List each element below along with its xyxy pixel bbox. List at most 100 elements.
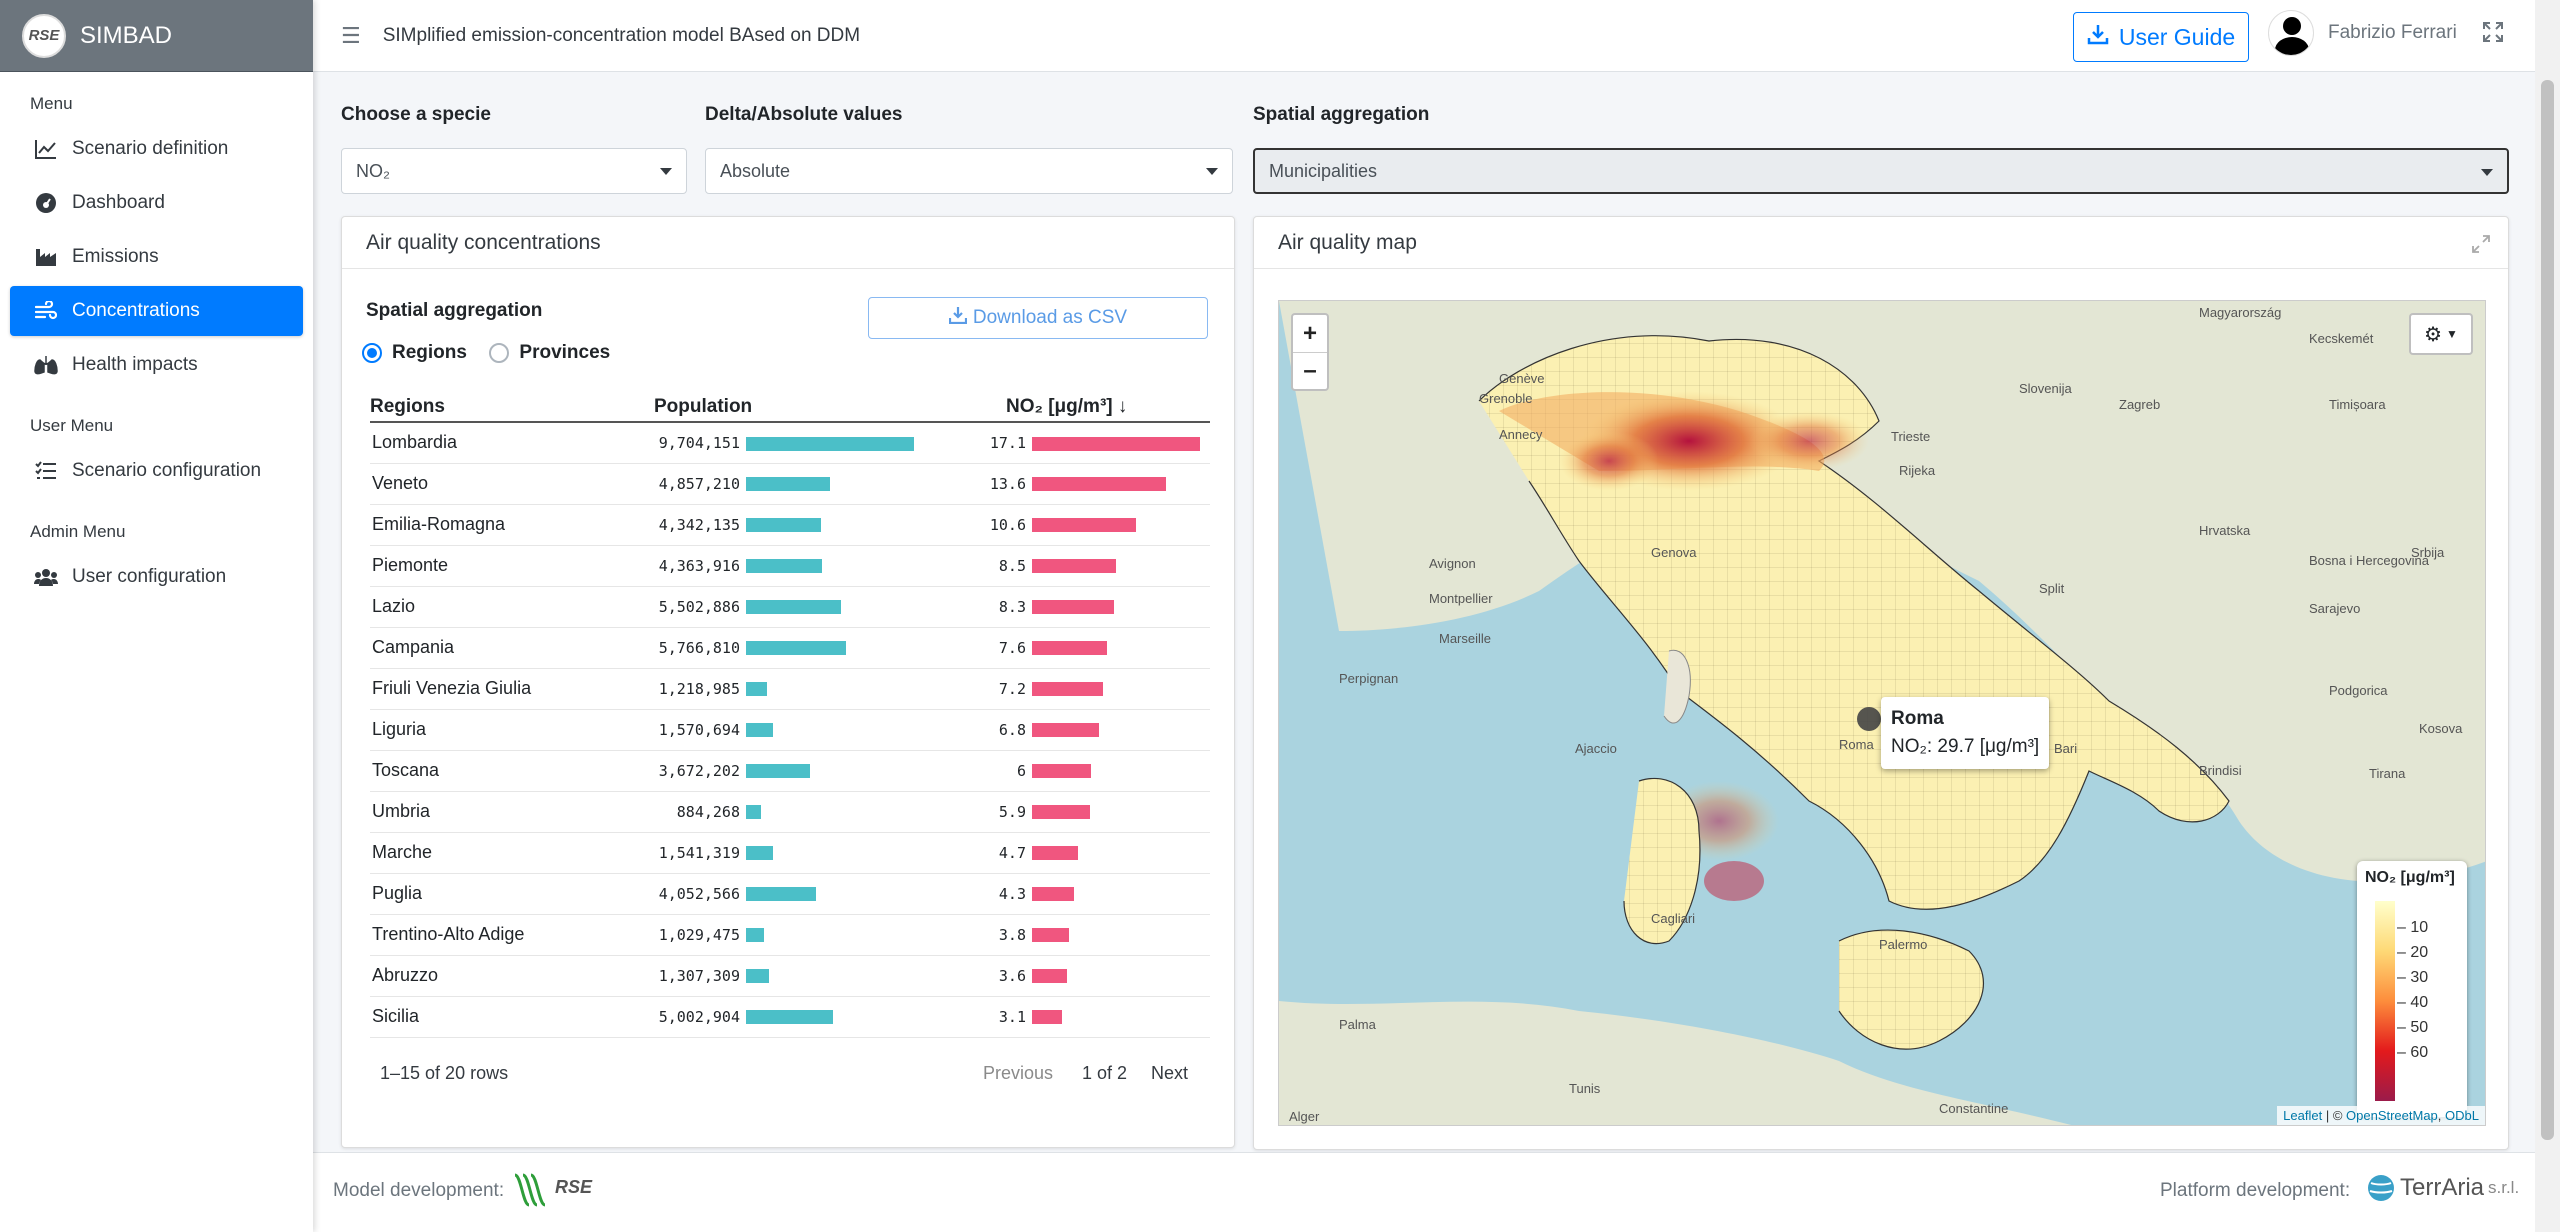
footer: Model development: RSE Platform developm…: [313, 1152, 2535, 1232]
model-dev-label: Model development:: [333, 1180, 505, 1201]
no2-bar: [1032, 928, 1069, 943]
brand[interactable]: RSE SIMBAD: [0, 0, 313, 72]
cell-population: 4,342,135: [654, 504, 970, 546]
sidebar-item-scenario-configuration[interactable]: Scenario configuration: [10, 446, 303, 496]
cell-population: 1,570,694: [654, 709, 970, 751]
cell-region: Toscana: [370, 750, 654, 792]
no2-bar: [1032, 641, 1107, 656]
map-card-title: Air quality map: [1254, 217, 2508, 269]
chevron-down-icon: [2481, 169, 2493, 176]
sidebar-item-label: Health impacts: [72, 354, 198, 375]
map-place-label: Tirana: [2369, 766, 2406, 781]
radio-provinces-label: Provinces: [519, 342, 611, 363]
rows-info: 1–15 of 20 rows: [380, 1063, 509, 1083]
region-name: Sicilia: [372, 1006, 420, 1026]
air-quality-map[interactable]: Magyarország Kecskemét Slovenija Zagreb Timi…: [1278, 300, 2486, 1126]
col-header-no2[interactable]: NO₂ [μg/m³] ↓: [970, 392, 1210, 423]
zoom-out-button[interactable]: –: [1293, 352, 1327, 389]
terraria-globe-icon: [2368, 1175, 2394, 1201]
cell-region: Puglia: [370, 873, 654, 915]
scrollbar-thumb[interactable]: [2541, 80, 2554, 1140]
rse-waves-icon: [514, 1173, 546, 1207]
population-bar: [746, 559, 822, 574]
sidebar-item-emissions[interactable]: Emissions: [10, 232, 303, 282]
population-bar: [746, 969, 769, 984]
population-bar: [746, 600, 841, 615]
download-csv-button[interactable]: Download as CSV: [868, 297, 1208, 339]
terraria-logo[interactable]: TerrAria s.r.l.: [2366, 1173, 2519, 1203]
fullscreen-icon[interactable]: [2483, 22, 2503, 48]
population-value: 1,307,309: [658, 967, 740, 985]
population-bar: [746, 518, 821, 533]
pagination-previous[interactable]: Previous: [983, 1063, 1053, 1084]
map-place-label: Alger: [1289, 1109, 1320, 1124]
table-row: Liguria 1,570,694 6.8: [370, 709, 1210, 751]
chevron-down-icon: [1206, 168, 1218, 175]
spatial-label: Spatial aggregation: [1253, 104, 1430, 125]
cell-no2: 7.2: [970, 668, 1210, 710]
leaflet-link[interactable]: Leaflet: [2283, 1108, 2322, 1123]
odbl-link[interactable]: ODbL: [2445, 1108, 2479, 1123]
osm-link[interactable]: OpenStreetMap: [2346, 1108, 2438, 1123]
pagination-next[interactable]: Next: [1151, 1063, 1188, 1084]
sidebar-item-label: Scenario definition: [72, 138, 229, 159]
lungs-icon: [34, 353, 58, 377]
table-row: Lombardia 9,704,151 17.1: [370, 422, 1210, 464]
region-name: Emilia-Romagna: [372, 514, 506, 534]
sidebar-item-scenario-definition[interactable]: Scenario definition: [10, 124, 303, 174]
region-name: Umbria: [372, 801, 431, 821]
region-name: Campania: [372, 637, 455, 657]
cell-no2: 8.5: [970, 545, 1210, 587]
sidebar-item-concentrations[interactable]: Concentrations: [10, 286, 303, 336]
expand-icon[interactable]: [2472, 235, 2490, 258]
brand-name: SIMBAD: [80, 21, 173, 49]
user-guide-button[interactable]: User Guide: [2073, 12, 2249, 62]
table-row: Friuli Venezia Giulia 1,218,985 7.2: [370, 668, 1210, 710]
layers-settings-button[interactable]: ⚙ ▼: [2409, 313, 2473, 355]
rse-footer-logo[interactable]: RSE: [513, 1167, 592, 1207]
attribution-comma: ,: [2437, 1108, 2446, 1123]
specie-select[interactable]: NO₂: [341, 148, 687, 194]
col-header-regions[interactable]: Regions: [370, 392, 654, 423]
hamburger-menu-icon[interactable]: ☰: [341, 23, 361, 49]
cell-region: Abruzzo: [370, 955, 654, 997]
cell-no2: 3.1: [970, 996, 1210, 1038]
col-header-population[interactable]: Population: [654, 392, 970, 423]
no2-bar: [1032, 846, 1078, 861]
cell-no2: 3.8: [970, 914, 1210, 956]
delta-select[interactable]: Absolute: [705, 148, 1233, 194]
legend-title: NO₂ [μg/m³]: [2365, 869, 2455, 886]
no2-value: 8.3: [998, 598, 1026, 616]
user-name: Fabrizio Ferrari: [2328, 22, 2457, 43]
cell-region: Lombardia: [370, 422, 654, 464]
zoom-in-button[interactable]: +: [1293, 315, 1327, 352]
map-legend: NO₂ [μg/m³] – 10 – 20 – 30 – 40 – 50 – 60: [2357, 861, 2467, 1117]
radio-regions[interactable]: Regions: [362, 342, 467, 364]
radio-regions-label: Regions: [392, 342, 467, 363]
cell-population: 5,502,886: [654, 586, 970, 628]
radio-provinces[interactable]: Provinces: [489, 342, 610, 364]
cell-population: 3,672,202: [654, 750, 970, 792]
spatial-select[interactable]: Municipalities: [1253, 148, 2509, 194]
cell-population: 1,029,475: [654, 914, 970, 956]
sidebar-item-dashboard[interactable]: Dashboard: [10, 178, 303, 228]
population-value: 5,766,810: [658, 639, 740, 657]
map-place-label: Montpellier: [1429, 591, 1493, 606]
list-check-icon: [34, 459, 58, 483]
map-place-label: Grenoble: [1479, 391, 1533, 406]
no2-bar: [1032, 805, 1090, 820]
map-place-label: Roma: [1839, 737, 1874, 752]
region-name: Puglia: [372, 883, 423, 903]
sidebar-item-health-impacts[interactable]: Health impacts: [10, 340, 303, 390]
cell-region: Piemonte: [370, 545, 654, 587]
sidebar-item-user-configuration[interactable]: User configuration: [10, 552, 303, 602]
cell-region: Marche: [370, 832, 654, 874]
legend-tick-label: – 20: [2397, 944, 2429, 961]
map-place-label: Bari: [2054, 741, 2078, 756]
user-menu: Scenario configuration: [0, 446, 313, 496]
user-profile[interactable]: Fabrizio Ferrari: [2268, 10, 2457, 56]
cell-population: 4,052,566: [654, 873, 970, 915]
table-row: Trentino-Alto Adige 1,029,475 3.8: [370, 914, 1210, 956]
page-scrollbar[interactable]: [2535, 0, 2560, 1232]
cell-population: 4,857,210: [654, 463, 970, 505]
